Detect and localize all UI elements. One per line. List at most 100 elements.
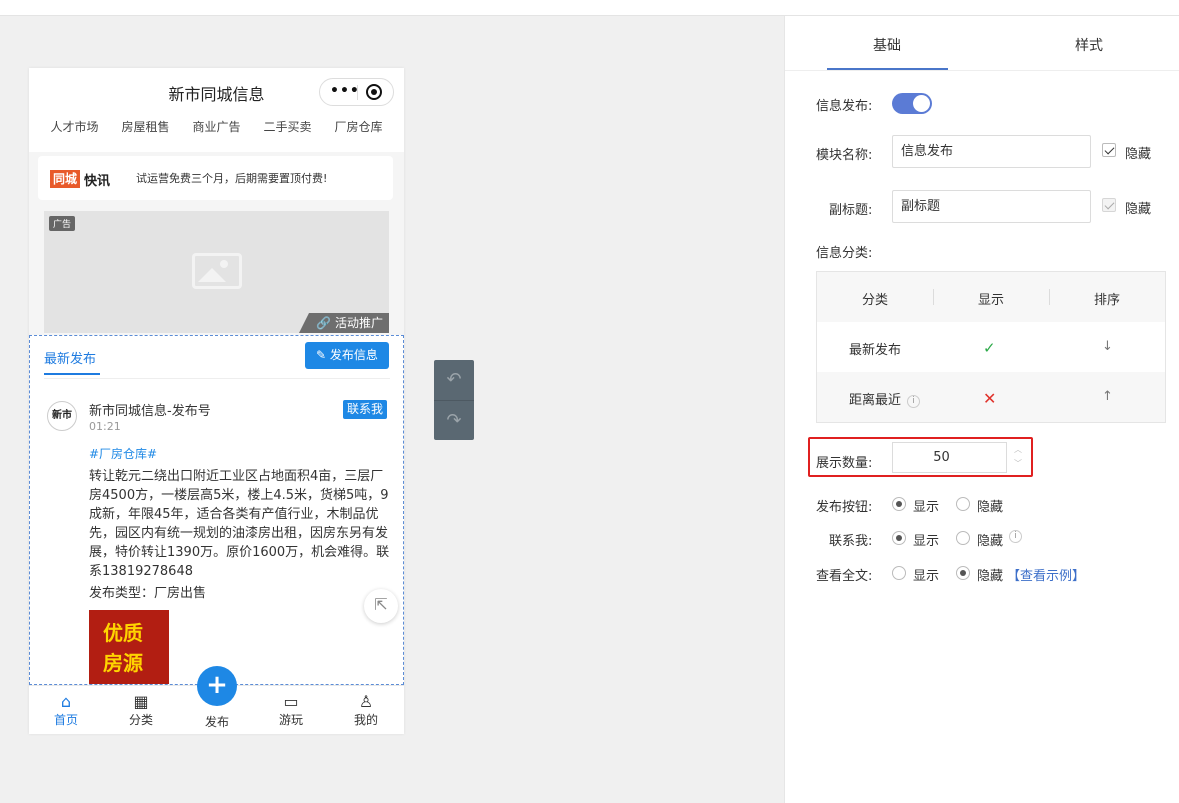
close-target-icon[interactable] [366,84,382,100]
ad-banner[interactable]: 广告 🔗 活动推广 [44,211,389,333]
view-full-show-label: 显示 [913,565,939,584]
undo-icon[interactable]: ↶ [434,360,474,400]
publish-button-show-label: 显示 [913,496,939,515]
tab-latest[interactable]: 最新发布 [44,348,96,367]
tab-category-label: 分类 [129,713,153,727]
publish-button-hide-label: 隐藏 [977,496,1003,515]
view-full-hide-label: 隐藏 [977,565,1003,584]
display-count-input[interactable]: 50 [892,442,1007,473]
phone-preview: 新市同城信息 ••• 人才市场 房屋租售 商业广告 二手买卖 厂房仓库 同城 快… [29,68,404,734]
undo-redo-toolbar: ↶ ↷ [434,360,474,440]
activity-promo-text: 活动推广 [335,316,383,330]
publish-info-label: 发布信息 [330,348,378,362]
grid-icon: ▦ [116,692,166,711]
tab-style[interactable]: 样式 [1075,35,1103,55]
info-publish-module[interactable]: 最新发布 ✎ 发布信息 新市 新市同城信息-发布号 01:21 联系我 #厂房仓… [29,335,404,685]
view-full-hide-radio[interactable] [956,566,970,580]
contact-hide-radio[interactable] [956,531,970,545]
subtitle-input[interactable]: 副标题 [892,190,1091,223]
chat-icon: ▭ [266,692,316,711]
avatar: 新市 [47,401,77,431]
subtitle-hide-label: 隐藏 [1125,198,1151,217]
tab-play[interactable]: ▭ 游玩 [266,692,316,728]
image-placeholder-icon [192,253,242,289]
module-name-hide-label: 隐藏 [1125,143,1151,162]
info-publish-label: 信息发布: [816,95,872,114]
contact-hide-label: 隐藏 [977,530,1003,549]
contact-me-button[interactable]: 联系我 [343,400,387,419]
nav-item-second-hand[interactable]: 二手买卖 [263,118,311,135]
nav-item-talent[interactable]: 人才市场 [50,118,98,135]
cross-icon[interactable]: ✕ [983,389,996,408]
header-sort: 排序 [1049,289,1165,308]
nav-item-factory[interactable]: 厂房仓库 [334,118,382,135]
table-row: 最新发布 ✓ ↓ [817,322,1165,372]
subtitle-label: 副标题: [829,199,872,218]
publish-button-hide-radio[interactable] [956,497,970,511]
tab-basic[interactable]: 基础 [873,35,901,55]
more-dots-icon[interactable]: ••• [330,83,360,99]
row-name-wrap: 距离最近i [849,389,920,408]
home-icon: ⌂ [41,692,91,711]
notice-text: 试运营免费三个月，后期需要置顶付费! [136,170,327,186]
contact-show-label: 显示 [913,530,939,549]
phone-header: 新市同城信息 ••• 人才市场 房屋租售 商业广告 二手买卖 厂房仓库 [29,68,404,152]
post-time: 01:21 [89,420,121,433]
publish-info-button[interactable]: ✎ 发布信息 [305,342,389,369]
chevron-up-icon[interactable]: ︿ [1011,443,1025,457]
tab-mine[interactable]: ♙ 我的 [341,692,391,728]
table-header: 分类 显示 排序 [817,272,1165,322]
plus-icon[interactable]: + [197,666,237,706]
post-image[interactable]: 优质 房源 [89,610,169,685]
share-icon[interactable]: ⇱ [364,589,398,623]
view-full-show-radio[interactable] [892,566,906,580]
news-logo: 同城 快讯 [50,170,110,188]
info-publish-toggle[interactable] [892,93,932,114]
category-label: 信息分类: [816,242,872,261]
module-name-input[interactable]: 信息发布 [892,135,1091,168]
module-name-hide-checkbox[interactable] [1102,143,1116,157]
tab-category[interactable]: ▦ 分类 [116,692,166,728]
subtitle-hide-checkbox[interactable] [1102,198,1116,212]
number-stepper[interactable]: ︿﹀ [1011,443,1025,473]
post-type: 发布类型：厂房出售 [89,582,206,601]
row-name: 最新发布 [849,339,901,358]
redo-icon[interactable]: ↷ [434,400,474,440]
user-icon: ♙ [341,692,391,711]
category-table: 分类 显示 排序 最新发布 ✓ ↓ 距离最近i ✕ ↑ [816,271,1166,423]
tab-underline [44,373,100,375]
check-icon[interactable]: ✓ [983,339,996,357]
post-body: 转让乾元二绕出口附近工业区占地面积4亩，三层厂房4500方，一楼层高5米，楼上4… [89,467,394,581]
publish-button-show-radio[interactable] [892,497,906,511]
activity-promo-label: 🔗 活动推广 [299,313,389,333]
nav-item-business-ad[interactable]: 商业广告 [192,118,240,135]
post-tag[interactable]: #厂房仓库# [89,445,157,462]
panel-tabs: 基础 样式 [785,16,1179,71]
info-icon[interactable]: i [1009,530,1022,543]
tab-divider [44,378,390,379]
publish-button-label: 发布按钮: [816,496,872,515]
active-tab-underline [827,68,948,70]
header-category: 分类 [817,289,933,308]
info-icon[interactable]: i [907,395,920,408]
view-example-link[interactable]: 【查看示例】 [1007,565,1085,584]
nav-item-housing[interactable]: 房屋租售 [121,118,169,135]
top-bar [0,0,1179,16]
header-show: 显示 [933,289,1049,308]
editor-canvas: 新市同城信息 ••• 人才市场 房屋租售 商业广告 二手买卖 厂房仓库 同城 快… [0,16,784,803]
contact-show-radio[interactable] [892,531,906,545]
arrow-up-icon[interactable]: ↑ [1102,389,1113,404]
contact-label: 联系我: [829,530,872,549]
arrow-down-icon[interactable]: ↓ [1102,339,1113,354]
post-image-text-1: 优质 [103,618,169,648]
ad-tag: 广告 [49,216,75,231]
news-logo-a: 同城 [50,170,80,188]
chevron-down-icon[interactable]: ﹀ [1011,457,1025,471]
publisher-name: 新市同城信息-发布号 [89,400,211,419]
capsule-divider [357,85,358,100]
tab-mine-label: 我的 [354,713,378,727]
mini-program-capsule[interactable]: ••• [319,78,394,106]
tab-home[interactable]: ⌂ 首页 [41,692,91,728]
bottom-tabbar: ⌂ 首页 ▦ 分类 + 发布 ▭ 游玩 ♙ 我的 [29,685,404,734]
tab-publish-label[interactable]: 发布 [197,713,237,730]
